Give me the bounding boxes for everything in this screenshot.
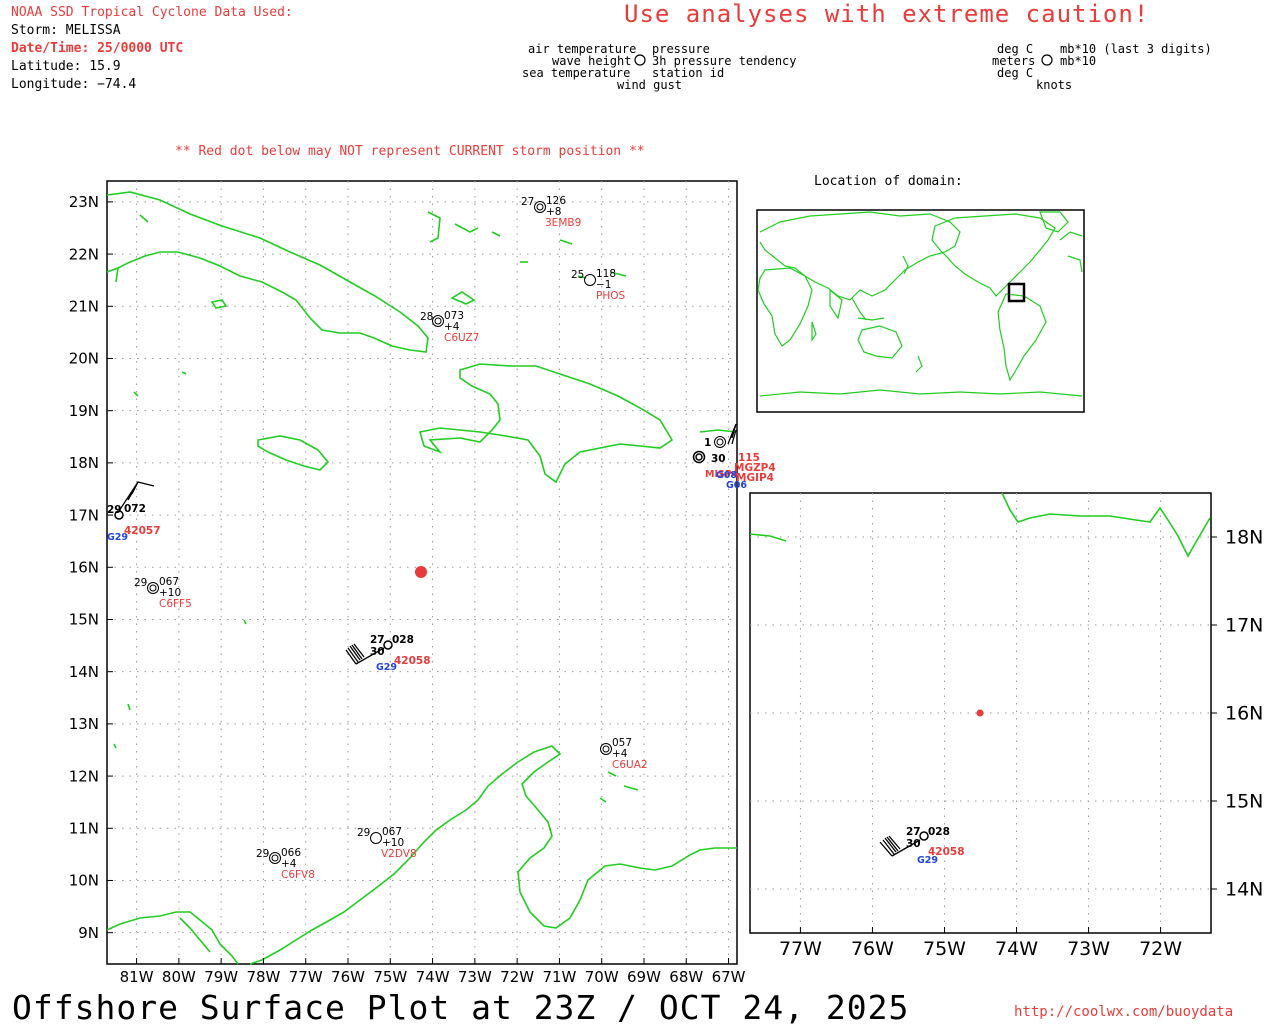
main-lon-label: 78W	[246, 968, 280, 986]
map-canvas: 81W 80W 79W 78W 77W 76W 75W 74W 73W 72W 71W 70W 69W 6…	[69, 54, 1263, 986]
main-map	[106, 180, 738, 965]
station-42057-gust: G29	[107, 532, 128, 543]
main-lon-label: 70W	[585, 968, 619, 986]
zoom-lat-axis: 18N 17N 16N 15N 14N	[1211, 527, 1263, 901]
zoom-42058-pressure: 028	[928, 826, 950, 838]
station-PHOS-id: PHOS	[596, 290, 625, 302]
main-lon-label: 73W	[458, 968, 492, 986]
main-lat-label: 9N	[78, 924, 99, 942]
main-lon-label: 75W	[373, 968, 407, 986]
zoom-lon-label: 73W	[1067, 938, 1110, 960]
main-lat-label: 10N	[69, 872, 99, 890]
station-42058-air-temp: 27	[370, 634, 385, 646]
main-lat-label: 22N	[69, 245, 99, 263]
main-lat-label: 17N	[69, 506, 99, 524]
cluster-gust-g06: G06	[726, 480, 747, 491]
main-lon-label: 72W	[500, 968, 534, 986]
zoom-lat-label: 15N	[1225, 791, 1263, 813]
station-V2DV8-id: V2DV8	[381, 848, 417, 860]
station-PHOS-air-temp: 25	[571, 269, 584, 281]
zoom-lon-label: 75W	[923, 938, 966, 960]
station-C6UZ7-id: C6UZ7	[444, 332, 479, 344]
storm-position-dot	[415, 566, 427, 578]
main-lon-label: 74W	[416, 968, 450, 986]
main-lon-label: 68W	[669, 968, 703, 986]
station-42058-id: 42058	[394, 655, 431, 667]
main-lat-label: 12N	[69, 767, 99, 785]
main-lon-label: 76W	[331, 968, 365, 986]
main-lon-label: 80W	[162, 968, 196, 986]
station-V2DV8-air-temp: 29	[357, 827, 370, 839]
main-lat-label: 16N	[69, 559, 99, 577]
station-C6FV8-id: C6FV8	[281, 869, 315, 881]
zoom-lat-label: 18N	[1225, 527, 1263, 549]
zoom-storm-position-dot	[976, 709, 984, 717]
zoom-lat-label: 14N	[1225, 879, 1263, 901]
zoom-42058-gust: G29	[917, 855, 938, 866]
plot-title: Offshore Surface Plot at 23Z / OCT 24, 2…	[12, 988, 910, 1027]
main-lat-label: 21N	[69, 298, 99, 316]
station-C6FF5-id: C6FF5	[159, 598, 192, 610]
legend-station-symbol	[634, 54, 646, 66]
zoom-42058-air-temp: 27	[906, 826, 921, 838]
cluster-value-30: 30	[711, 453, 726, 465]
station-C6UA2-id: C6UA2	[612, 759, 648, 771]
zoom-map: 27 028 30 42058 G29	[749, 492, 1212, 934]
main-lon-label: 71W	[542, 968, 576, 986]
station-3EMB9-id: 3EMB9	[545, 217, 581, 229]
cluster-value-1: 1	[704, 437, 711, 449]
station-42058-pressure: 028	[392, 634, 414, 646]
main-lon-label: 79W	[204, 968, 238, 986]
main-lat-label: 19N	[69, 402, 99, 420]
world-inset	[756, 209, 1085, 413]
main-lat-label: 13N	[69, 715, 99, 733]
station-C6FV8-air-temp: 29	[256, 848, 269, 860]
zoom-lat-label: 16N	[1225, 703, 1263, 725]
station-C6UZ7-air-temp: 28	[420, 311, 433, 323]
zoom-lon-label: 77W	[779, 938, 822, 960]
source-url-link[interactable]: http://coolwx.com/buoydata	[1014, 1004, 1233, 1020]
main-lon-label: 67W	[712, 968, 746, 986]
station-42058-gust: G29	[376, 662, 397, 673]
zoom-42058-sea-temp: 30	[906, 838, 921, 850]
station-42057-air-temp: 29	[107, 504, 122, 516]
zoom-lon-label: 74W	[995, 938, 1038, 960]
main-lat-label: 18N	[69, 454, 99, 472]
station-42058-sea-temp: 30	[370, 646, 385, 658]
station-42057-id: 42057	[124, 525, 161, 537]
main-lat-label: 15N	[69, 611, 99, 629]
main-lat-label: 11N	[69, 820, 99, 838]
legend-unit-station-symbol	[1041, 54, 1053, 66]
station-C6FF5-air-temp: 29	[134, 577, 147, 589]
main-lat-label: 23N	[69, 193, 99, 211]
main-lat-label: 20N	[69, 350, 99, 368]
main-lon-label: 77W	[289, 968, 323, 986]
zoom-lon-label: 72W	[1139, 938, 1182, 960]
zoom-lon-label: 76W	[851, 938, 894, 960]
station-3EMB9-air-temp: 27	[521, 196, 534, 208]
main-lat-label: 14N	[69, 663, 99, 681]
main-lon-label: 81W	[120, 968, 154, 986]
zoom-lat-label: 17N	[1225, 615, 1263, 637]
station-42057-pressure: 072	[124, 503, 146, 515]
main-lon-label: 69W	[627, 968, 661, 986]
